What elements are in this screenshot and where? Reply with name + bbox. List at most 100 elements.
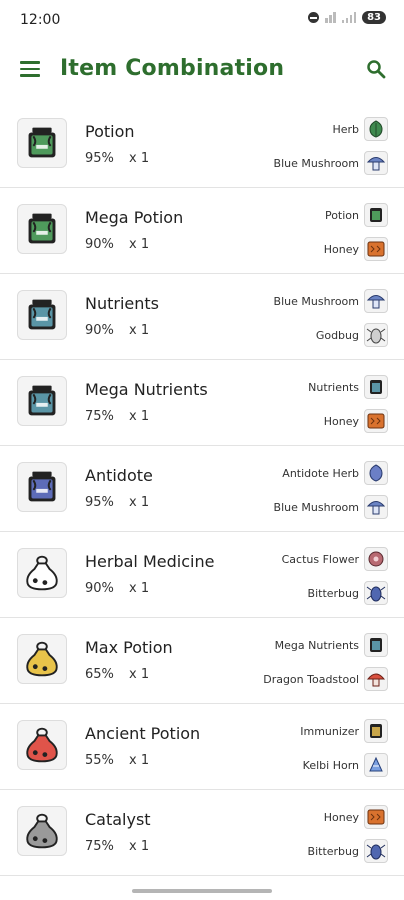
potion-jar-icon [17,376,67,426]
item-name: Mega Potion [85,208,184,227]
page-title: Item Combination [60,56,285,81]
quantity: x 1 [129,495,150,510]
ingredient-label: Bitterbug [307,844,359,858]
quantity: x 1 [129,581,150,596]
ingredient-label: Godbug [315,328,359,342]
battery-icon: 83 [362,11,386,24]
ingredient: Blue Mushroom [274,288,388,314]
list-item[interactable]: Herbal Medicine 90% x 1 Cactus Flower Bitter… [0,532,404,618]
nutrients-icon [364,633,388,657]
app-bar: Item Combination [0,44,404,94]
success-rate: 75% [85,839,114,854]
ingredient-label: Blue Mushroom [273,156,359,170]
quantity: x 1 [129,409,150,424]
toadstool-icon [364,667,388,691]
honey-icon [364,237,388,261]
status-bar: 12:00 83 [0,0,404,40]
potion-jar-icon [17,118,67,168]
bug-icon [364,323,388,347]
ingredient-label: Dragon Toadstool [263,672,359,686]
list-item[interactable]: Nutrients 90% x 1 Blue Mushroom Godbug [0,274,404,360]
ingredient: Herb [332,116,388,142]
ingredient: Kelbi Horn [303,752,388,778]
ingredient: Mega Nutrients [275,632,388,658]
quantity: x 1 [129,667,150,682]
item-name: Antidote [85,466,153,485]
antidote-herb-icon [364,461,388,485]
wifi-icon [325,12,336,23]
potion-sack-icon [17,634,67,684]
ingredient: Honey [324,804,388,830]
ingredient-label: Mega Nutrients [274,638,359,652]
success-rate: 90% [85,581,114,596]
ingredient-label: Immunizer [300,724,359,738]
item-name: Herbal Medicine [85,552,215,571]
item-name: Mega Nutrients [85,380,208,399]
ingredient-label: Blue Mushroom [273,294,359,308]
kelbi-icon [364,753,388,777]
success-rate: 65% [85,667,114,682]
ingredient: Honey [324,408,388,434]
quantity: x 1 [129,323,150,338]
ingredient-label: Blue Mushroom [273,500,359,514]
mushroom-icon [364,151,388,175]
gesture-nav-handle[interactable] [132,889,272,893]
bitterbug-icon [364,839,388,863]
ingredient-label: Potion [324,208,359,222]
ingredient-label: Kelbi Horn [302,758,359,772]
list-item[interactable]: Antidote 95% x 1 Antidote Herb Blue Mushroom [0,446,404,532]
potion-jar-icon [17,462,67,512]
ingredient-label: Nutrients [308,380,359,394]
menu-icon[interactable] [20,61,40,77]
quantity: x 1 [129,151,150,166]
cell-signal-icon [341,12,357,23]
success-rate: 90% [85,323,114,338]
list-item[interactable]: Mega Potion 90% x 1 Potion Honey [0,188,404,274]
ingredient: Blue Mushroom [274,150,388,176]
cactus-icon [364,547,388,571]
ingredient-label: Antidote Herb [282,466,359,480]
ingredient: Bitterbug [308,838,388,864]
mushroom-icon [364,495,388,519]
do-not-disturb-icon [308,12,320,23]
ingredient: Dragon Toadstool [263,666,388,692]
potion-jar-icon [17,204,67,254]
potion-jar-icon [17,290,67,340]
honey-icon [364,409,388,433]
ingredient-label: Honey [323,414,359,428]
quantity: x 1 [129,237,150,252]
list-item[interactable]: Ancient Potion 55% x 1 Immunizer Kelbi Horn [0,704,404,790]
nutrients-icon [364,375,388,399]
potion-sack-icon [17,720,67,770]
item-name: Ancient Potion [85,724,201,743]
potion-sack-icon [17,806,67,856]
list-item[interactable]: Catalyst 75% x 1 Honey Bitterbug [0,790,404,876]
ingredient-label: Honey [323,810,359,824]
ingredient: Bitterbug [308,580,388,606]
list-item[interactable]: Max Potion 65% x 1 Mega Nutrients Dragon Toa… [0,618,404,704]
ingredient: Potion [325,202,388,228]
success-rate: 95% [85,495,114,510]
success-rate: 90% [85,237,114,252]
list-item[interactable]: Potion 95% x 1 Herb Blue Mushroom [0,102,404,188]
success-rate: 55% [85,753,114,768]
item-name: Potion [85,122,135,141]
immunizer-icon [364,719,388,743]
ingredient-label: Herb [332,122,359,136]
quantity: x 1 [129,839,150,854]
success-rate: 75% [85,409,114,424]
honey-icon [364,805,388,829]
item-name: Nutrients [85,294,159,313]
potion-sack-icon [17,548,67,598]
item-name: Max Potion [85,638,173,657]
ingredient: Immunizer [300,718,388,744]
list-item[interactable]: Mega Nutrients 75% x 1 Nutrients Honey [0,360,404,446]
ingredient: Blue Mushroom [274,494,388,520]
status-icons: 83 [308,11,386,24]
ingredient: Godbug [316,322,388,348]
ingredient-label: Bitterbug [307,586,359,600]
search-icon[interactable] [366,59,386,79]
potion-icon [364,203,388,227]
ingredient: Antidote Herb [282,460,388,486]
ingredient-label: Honey [323,242,359,256]
